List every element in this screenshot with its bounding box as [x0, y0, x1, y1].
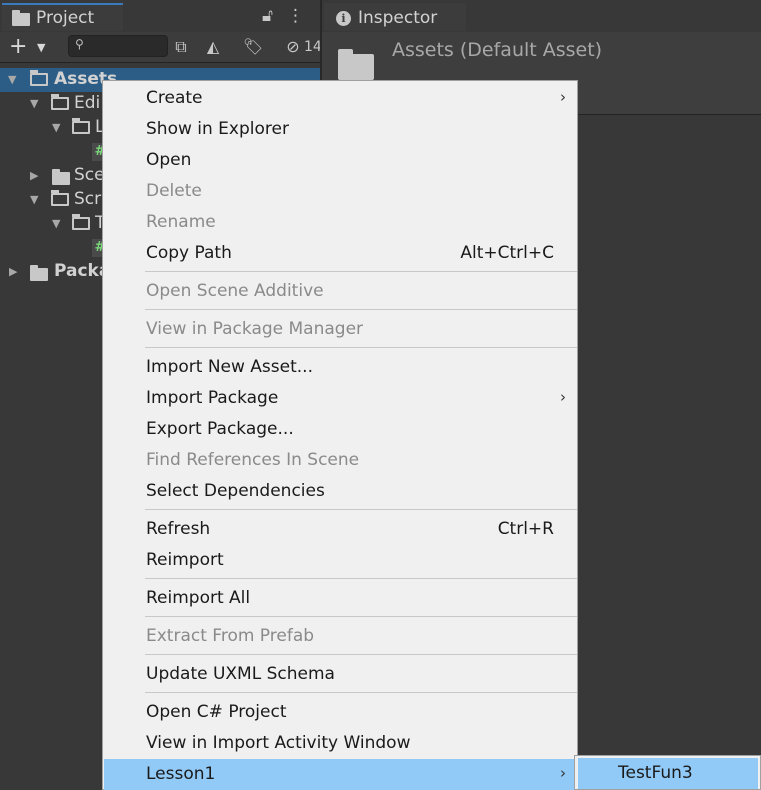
menu-item-label: Open Scene Additive — [146, 281, 324, 301]
menu-item-copy-path[interactable]: Copy Path Alt+Ctrl+C — [104, 238, 576, 269]
hidden-packages-icon[interactable]: ⊘ — [280, 35, 306, 59]
menu-item-import-package[interactable]: Import Package › — [104, 383, 576, 414]
tree-item-label: Edi — [74, 93, 101, 113]
add-asset-button[interactable]: + ▼ — [9, 35, 49, 59]
menu-item-label: TestFun3 — [618, 763, 693, 783]
menu-item-label: Open — [146, 150, 192, 170]
lock-icon[interactable]: 🔓︎ — [262, 6, 273, 26]
menu-separator — [145, 271, 577, 272]
menu-item-rename[interactable]: Rename — [104, 207, 576, 238]
expand-arrow-icon[interactable]: ▼ — [30, 193, 38, 206]
menu-separator — [145, 654, 577, 655]
menu-item-update-uxml-schema[interactable]: Update UXML Schema — [104, 659, 576, 690]
menu-item-label: Delete — [146, 181, 202, 201]
hidden-packages-count: 14 — [304, 39, 320, 55]
search-icon: ⚲ — [75, 37, 84, 51]
expand-arrow-icon[interactable]: ▼ — [8, 73, 16, 86]
filter-by-type-icon[interactable]: ◭ — [200, 35, 226, 59]
menu-item-import-new-asset[interactable]: Import New Asset... — [104, 352, 576, 383]
menu-item-label: Rename — [146, 212, 216, 232]
menu-separator — [145, 616, 577, 617]
folder-icon — [30, 265, 49, 282]
tab-inspector[interactable]: i Inspector — [324, 3, 466, 31]
menu-item-view-in-import-activity-window[interactable]: View in Import Activity Window — [104, 728, 576, 759]
menu-item-label: Reimport All — [146, 588, 251, 608]
menu-separator — [145, 578, 577, 579]
search-input[interactable] — [89, 37, 167, 57]
menu-separator — [145, 509, 577, 510]
menu-item-label: Find References In Scene — [146, 450, 360, 470]
menu-item-label: Reimport — [146, 550, 224, 570]
menu-item-shortcut: Alt+Ctrl+C — [460, 243, 554, 263]
more-options-icon[interactable]: ⋮ — [287, 6, 304, 26]
menu-item-reimport-all[interactable]: Reimport All — [104, 583, 576, 614]
menu-item-label: Lesson1 — [146, 764, 216, 784]
search-by-scene-icon[interactable]: ⧉ — [168, 35, 194, 59]
expand-arrow-icon[interactable]: ▼ — [52, 121, 60, 134]
menu-item-lesson1[interactable]: Lesson1 › — [104, 759, 576, 790]
tab-inspector-label: Inspector — [358, 8, 438, 28]
info-icon: i — [336, 10, 351, 26]
menu-item-label: Show in Explorer — [146, 119, 289, 139]
menu-item-label: Refresh — [146, 519, 211, 539]
chevron-right-icon: › — [560, 764, 566, 782]
menu-separator — [145, 309, 577, 310]
filter-by-label-icon[interactable]: 🏷︎ — [240, 35, 266, 59]
menu-item-extract-from-prefab[interactable]: Extract From Prefab — [104, 621, 576, 652]
plus-icon: + — [9, 34, 28, 59]
menu-item-label: Create — [146, 88, 203, 108]
menu-item-reimport[interactable]: Reimport — [104, 545, 576, 576]
inspector-title: Assets (Default Asset) — [392, 39, 603, 61]
menu-item-delete[interactable]: Delete — [104, 176, 576, 207]
context-menu: Create › Show in Explorer Open Delete Rename C… — [102, 80, 578, 790]
tree-item-label: Scr — [74, 189, 102, 209]
menu-separator — [145, 347, 577, 348]
folder-open-icon — [72, 118, 91, 135]
tree-item-label: Sce — [74, 165, 105, 185]
menu-item-label: View in Import Activity Window — [146, 733, 411, 753]
menu-item-create[interactable]: Create › — [104, 83, 576, 114]
menu-item-export-package[interactable]: Export Package... — [104, 414, 576, 445]
tab-tools: 🔓︎ ⋮ — [262, 6, 304, 26]
menu-item-label: Export Package... — [146, 419, 294, 439]
menu-item-label: Open C# Project — [146, 702, 287, 722]
chevron-right-icon: › — [560, 88, 566, 106]
folder-open-icon — [30, 70, 49, 87]
menu-item-select-dependencies[interactable]: Select Dependencies — [104, 476, 576, 507]
menu-item-shortcut: Ctrl+R — [497, 519, 554, 539]
menu-item-show-in-explorer[interactable]: Show in Explorer — [104, 114, 576, 145]
menu-item-label: Import New Asset... — [146, 357, 313, 377]
menu-item-find-references-in-scene[interactable]: Find References In Scene — [104, 445, 576, 476]
menu-item-open[interactable]: Open — [104, 145, 576, 176]
folder-open-icon — [72, 214, 91, 231]
menu-item-testfun3[interactable]: TestFun3 — [578, 758, 758, 789]
menu-item-label: Extract From Prefab — [146, 626, 315, 646]
folder-icon — [338, 49, 374, 80]
folder-open-icon — [51, 190, 70, 207]
folder-icon — [12, 10, 30, 26]
folder-icon — [52, 169, 71, 186]
collapse-arrow-icon[interactable]: ▶ — [30, 169, 38, 182]
lesson1-submenu: TestFun3 — [574, 755, 761, 790]
menu-item-label: Update UXML Schema — [146, 664, 335, 684]
expand-arrow-icon[interactable]: ▼ — [52, 217, 60, 230]
chevron-right-icon: › — [560, 388, 566, 406]
menu-item-label: Select Dependencies — [146, 481, 325, 501]
tab-project[interactable]: Project — [2, 3, 123, 31]
menu-item-refresh[interactable]: Refresh Ctrl+R — [104, 514, 576, 545]
menu-item-label: Import Package — [146, 388, 279, 408]
menu-item-label: Copy Path — [146, 243, 232, 263]
menu-item-view-in-package-manager[interactable]: View in Package Manager — [104, 314, 576, 345]
menu-item-open-c-project[interactable]: Open C# Project — [104, 697, 576, 728]
menu-separator — [145, 692, 577, 693]
project-toolbar: + ▼ ⚲ ⧉ ◭ 🏷︎ ⊘ 14 — [0, 32, 320, 63]
menu-item-label: View in Package Manager — [146, 319, 364, 339]
chevron-down-icon: ▼ — [37, 41, 46, 54]
folder-open-icon — [51, 94, 70, 111]
expand-arrow-icon[interactable]: ▼ — [30, 97, 38, 110]
tab-project-label: Project — [36, 8, 95, 28]
search-field[interactable]: ⚲ — [68, 35, 168, 57]
menu-item-open-scene-additive[interactable]: Open Scene Additive — [104, 276, 576, 307]
collapse-arrow-icon[interactable]: ▶ — [9, 265, 17, 278]
